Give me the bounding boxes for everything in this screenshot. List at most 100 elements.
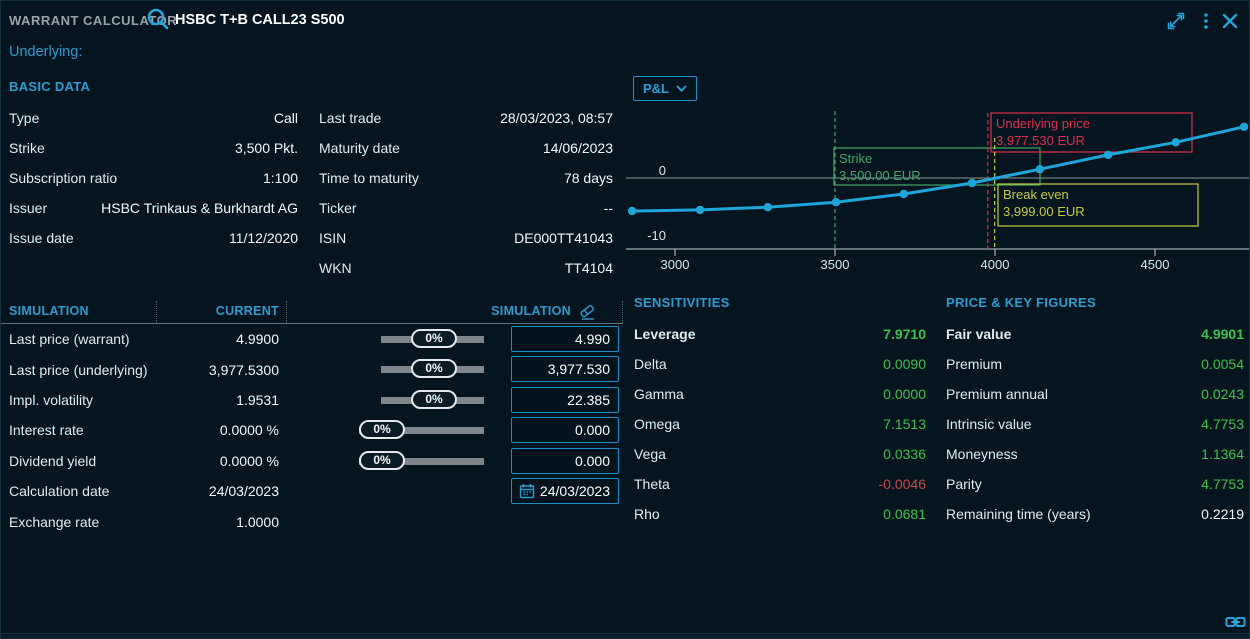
date-value: 24/03/2023 bbox=[540, 483, 610, 499]
price-key-figures-table: Fair value4.9901Premium0.0054Premium ann… bbox=[946, 319, 1244, 529]
price-key-figures-row: Remaining time (years)0.2219 bbox=[946, 499, 1244, 529]
slider-handle[interactable]: 0% bbox=[359, 420, 405, 439]
basic-data-left-column: Type Call Strike 3,500 Pkt. Subscription rat… bbox=[9, 103, 298, 253]
field-label: Strike bbox=[9, 140, 45, 156]
pnl-chart-canvas: 0-103000350040004500Strike3,500.00 EURUn… bbox=[626, 71, 1250, 286]
figure-value: 0.0090 bbox=[883, 356, 926, 372]
data-point bbox=[764, 203, 772, 211]
close-icon[interactable] bbox=[1219, 10, 1241, 32]
percent-slider[interactable]: 0% bbox=[359, 385, 484, 415]
field-value: HSBC Trinkaus & Burkhardt AG bbox=[101, 200, 298, 216]
figure-value: 1.1364 bbox=[1201, 446, 1244, 462]
simulation-table: Last price (warrant) 4.9900 0% Last price (… bbox=[1, 324, 623, 537]
underlying-price-annotation-value: 3,977.530 EUR bbox=[996, 133, 1085, 148]
calendar-icon bbox=[519, 483, 535, 499]
underlying-price-annotation-title: Underlying price bbox=[996, 116, 1090, 131]
figure-label: Leverage bbox=[634, 326, 695, 342]
slider-handle[interactable]: 0% bbox=[411, 359, 457, 378]
simulation-input[interactable] bbox=[511, 417, 619, 443]
sensitivities-row: Rho0.0681 bbox=[634, 499, 926, 529]
slider-handle[interactable]: 0% bbox=[411, 390, 457, 409]
simulation-row: Dividend yield0.0000 %0% bbox=[1, 446, 623, 476]
y-tick-label: 0 bbox=[659, 163, 666, 178]
field-value: 1:100 bbox=[263, 170, 298, 186]
sensitivities-row: Leverage 7.9710 bbox=[634, 319, 926, 349]
date-input[interactable]: 24/03/2023 bbox=[511, 478, 619, 504]
simulation-input[interactable] bbox=[511, 387, 619, 413]
simulation-row: Calculation date24/03/202324/03/2023 bbox=[1, 476, 623, 506]
pnl-chart: P&L 0-103000350040004500Strike3,500.00 E… bbox=[626, 71, 1250, 286]
field-label: Type bbox=[9, 110, 39, 126]
simulation-row-label: Impl. volatility bbox=[9, 392, 93, 408]
simulation-row-label: Calculation date bbox=[9, 483, 109, 499]
figure-label: Vega bbox=[634, 446, 666, 462]
simulation-input[interactable] bbox=[511, 326, 619, 352]
figure-label: Parity bbox=[946, 476, 982, 492]
field-value: TT4104 bbox=[565, 260, 613, 276]
x-tick-label: 3000 bbox=[661, 257, 690, 272]
simulation-input[interactable] bbox=[511, 356, 619, 382]
chart-mode-dropdown[interactable]: P&L bbox=[633, 76, 697, 101]
current-value: 3,977.5300 bbox=[209, 362, 279, 378]
percent-slider[interactable]: 0% bbox=[359, 324, 484, 354]
field-label: Last trade bbox=[319, 110, 381, 126]
simulation-input-zone bbox=[511, 387, 619, 413]
price-key-figures-header: PRICE & KEY FIGURES bbox=[946, 295, 1096, 310]
x-tick-label: 3500 bbox=[821, 257, 850, 272]
basic-data-row: Last trade28/03/2023, 08:57 bbox=[319, 103, 613, 133]
data-point bbox=[832, 198, 840, 206]
field-value: Call bbox=[274, 110, 298, 126]
slider-handle[interactable]: 0% bbox=[359, 451, 405, 470]
chevron-down-icon bbox=[676, 85, 687, 93]
field-label: Issue date bbox=[9, 230, 74, 246]
current-value: 0.0000 % bbox=[220, 422, 279, 438]
simulation-input[interactable] bbox=[511, 448, 619, 474]
break-even-annotation-value: 3,999.00 EUR bbox=[1003, 204, 1085, 219]
figure-label: Premium bbox=[946, 356, 1002, 372]
figure-value: 0.2219 bbox=[1201, 506, 1244, 522]
price-key-figures-row: Moneyness 1.1364 bbox=[946, 439, 1244, 469]
column-divider bbox=[622, 301, 623, 323]
basic-data-row: Type Call bbox=[9, 103, 298, 133]
sensitivities-row: Vega0.0336 bbox=[634, 439, 926, 469]
price-key-figures-row: Intrinsic value4.7753 bbox=[946, 409, 1244, 439]
percent-slider[interactable]: 0% bbox=[359, 446, 484, 476]
simulation-row-label: Last price (underlying) bbox=[9, 362, 148, 378]
field-label: Maturity date bbox=[319, 140, 400, 156]
simulation-row-label: Last price (warrant) bbox=[9, 331, 130, 347]
search-icon[interactable] bbox=[146, 7, 171, 32]
instrument-name: HSBC T+B CALL23 S500 bbox=[175, 12, 345, 28]
field-label: Subscription ratio bbox=[9, 170, 117, 186]
simulation-input-zone bbox=[511, 356, 619, 382]
field-value: 3,500 Pkt. bbox=[235, 140, 298, 156]
warrant-calculator-window: WARRANT CALCULATOR HSBC T+B CALL23 S500 … bbox=[0, 0, 1250, 639]
basic-data-row: Time to maturity78 days bbox=[319, 163, 613, 193]
simulation-table-header: SIMULATION CURRENT SIMULATION bbox=[1, 301, 623, 324]
link-icon[interactable] bbox=[1225, 615, 1246, 629]
figure-value: 7.1513 bbox=[883, 416, 926, 432]
data-point bbox=[1104, 151, 1112, 159]
pnl-curve bbox=[632, 127, 1244, 211]
simulation-row-label: Exchange rate bbox=[9, 514, 99, 530]
simulation-input-zone bbox=[511, 448, 619, 474]
figure-label: Omega bbox=[634, 416, 680, 432]
price-key-figures-row: Premium annual0.0243 bbox=[946, 379, 1244, 409]
slider-handle[interactable]: 0% bbox=[411, 329, 457, 348]
maximize-icon[interactable] bbox=[1165, 10, 1187, 32]
kebab-menu-icon[interactable] bbox=[1195, 10, 1217, 32]
figure-label: Moneyness bbox=[946, 446, 1018, 462]
field-value: -- bbox=[604, 200, 613, 216]
figure-value: 0.0000 bbox=[883, 386, 926, 402]
simulation-header: SIMULATION bbox=[9, 304, 89, 318]
simulation-input-zone: 24/03/2023 bbox=[511, 478, 619, 504]
field-value: 11/12/2020 bbox=[229, 230, 298, 246]
figure-value: 4.9901 bbox=[1201, 326, 1244, 342]
figure-value: -0.0046 bbox=[879, 476, 926, 492]
percent-slider[interactable]: 0% bbox=[359, 415, 484, 445]
sensitivities-header: SENSITIVITIES bbox=[634, 295, 730, 310]
eraser-icon[interactable] bbox=[578, 303, 597, 322]
percent-slider[interactable]: 0% bbox=[359, 354, 484, 384]
figure-value: 7.9710 bbox=[883, 326, 926, 342]
current-value: 4.9900 bbox=[236, 331, 279, 347]
basic-data-row: WKNTT4104 bbox=[319, 253, 613, 283]
